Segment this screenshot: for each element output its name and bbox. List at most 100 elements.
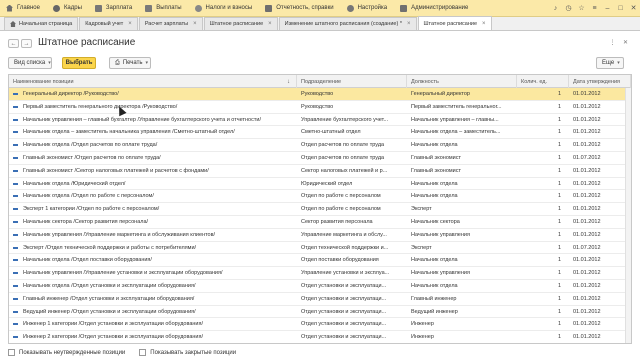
- table-row[interactable]: Главный экономист /Отдел расчетов по опл…: [9, 152, 631, 165]
- table-row[interactable]: Начальник управления /Управление установ…: [9, 267, 631, 280]
- tab-schedule-change[interactable]: Изменение штатного расписания (создание)…: [278, 17, 417, 30]
- table-cell: 1: [517, 216, 569, 228]
- table-row[interactable]: Начальник отдела /Отдел поставки оборудо…: [9, 254, 631, 268]
- view-list-button[interactable]: Вид списка ▾: [8, 57, 52, 69]
- row-marker-icon: [13, 259, 18, 262]
- close-form-icon[interactable]: ✕: [621, 38, 630, 47]
- table-row[interactable]: Начальник отдела /Юридический отдел/Юрид…: [9, 178, 631, 191]
- link-icon[interactable]: ⋮: [608, 38, 617, 47]
- table-row[interactable]: Начальник отдела /Отдел по работе с перс…: [9, 190, 631, 204]
- close-tab-icon[interactable]: ×: [482, 21, 486, 27]
- menu-reports[interactable]: Отчетность, справки: [259, 0, 340, 17]
- table-cell: Главный экономист: [407, 152, 517, 164]
- table-row[interactable]: Начальник отдела /Отдел установки и эксп…: [9, 280, 631, 293]
- bell-icon[interactable]: ♪: [551, 4, 560, 13]
- tab-staff-schedule[interactable]: Штатное расписание ×: [203, 17, 278, 30]
- cell-text: Отдел расчетов по оплате труда: [301, 142, 385, 149]
- menu-settings[interactable]: Настройка: [341, 0, 395, 17]
- table-cell: Начальник отдела /Отдел по работе с перс…: [9, 190, 297, 202]
- show-unapproved-label: Показывать неутвержденные позиции: [19, 349, 126, 356]
- table-row[interactable]: Эксперт 1 категории /Отдел по работе с п…: [9, 203, 631, 216]
- close-tab-icon[interactable]: ×: [128, 21, 132, 27]
- column-units[interactable]: Колич. ед.: [517, 75, 569, 88]
- close-tab-icon[interactable]: ×: [407, 21, 411, 27]
- cell-text: Отдел установки и эксплуатаци...: [301, 308, 387, 315]
- column-approval-date[interactable]: Дата утверждения: [569, 75, 631, 88]
- table-row[interactable]: Начальник управления /Управление маркети…: [9, 229, 631, 242]
- table-row[interactable]: Инженер 2 категории /Отдел установки и э…: [9, 331, 631, 343]
- table-row[interactable]: Генеральный директор /Руководство/Руково…: [9, 88, 631, 101]
- checkbox-box[interactable]: [139, 349, 147, 356]
- table-row[interactable]: Главный экономист /Сектор налоговых плат…: [9, 165, 631, 178]
- column-department[interactable]: Подразделение: [297, 75, 407, 88]
- table-cell: Эксперт 1 категории /Отдел по работе с п…: [9, 203, 297, 215]
- table-row[interactable]: Начальник сектора /Сектор развития персо…: [9, 216, 631, 229]
- menu-payments[interactable]: Выплаты: [139, 0, 188, 17]
- row-marker-icon: [13, 105, 18, 108]
- print-button[interactable]: ⎙ Печать ▾: [109, 57, 151, 69]
- cell-text: Руководство: [301, 103, 334, 110]
- tab-home[interactable]: Начальная страница: [4, 17, 79, 30]
- row-marker-icon: [13, 220, 18, 223]
- back-button[interactable]: ←: [8, 39, 19, 48]
- table-cell: 01.01.2012: [569, 114, 631, 126]
- cell-text: 01.01.2012: [573, 167, 601, 174]
- table-cell: Главный инженер: [407, 293, 517, 305]
- table-row[interactable]: Начальник отдела – заместитель начальник…: [9, 126, 631, 140]
- menu-payments-label: Выплаты: [156, 5, 182, 11]
- table-row[interactable]: Ведущий инженер /Отдел установки и экспл…: [9, 306, 631, 319]
- title-icons: ⋮ ✕: [604, 38, 630, 47]
- tab-staff-schedule-active[interactable]: Штатное расписание ×: [417, 16, 492, 30]
- menu-icon[interactable]: ≡: [590, 4, 599, 13]
- close-tab-icon[interactable]: ×: [193, 21, 197, 27]
- table-row[interactable]: Главный инженер /Отдел установки и экспл…: [9, 293, 631, 306]
- table-cell: Главный экономист: [407, 165, 517, 177]
- minimize-icon[interactable]: –: [603, 4, 612, 13]
- vertical-scrollbar[interactable]: [625, 88, 631, 343]
- select-button[interactable]: Выбрать: [62, 57, 96, 69]
- cell-text: Начальник отдела – заместитель начальник…: [23, 129, 235, 136]
- history-icon[interactable]: ◷: [564, 4, 573, 13]
- tab-payroll[interactable]: Расчет зарплаты ×: [138, 17, 203, 30]
- cell-text: 1: [557, 270, 561, 277]
- row-marker-icon: [13, 144, 18, 147]
- table-cell: 01.01.2012: [569, 190, 631, 202]
- table-cell: Начальник отдела /Юридический отдел/: [9, 178, 297, 190]
- row-marker-icon: [13, 182, 18, 185]
- menu-taxes[interactable]: Налоги и взносы: [189, 0, 260, 17]
- column-label: Должность: [411, 78, 439, 85]
- cell-text: 1: [557, 231, 561, 238]
- cell-text: Управление маркетинга и обслу...: [301, 231, 387, 238]
- table-row[interactable]: Первый заместитель генерального директор…: [9, 101, 631, 114]
- table-row[interactable]: Эксперт /Отдел технической поддержки и р…: [9, 242, 631, 255]
- table-cell: 01.01.2012: [569, 139, 631, 151]
- show-unapproved-checkbox[interactable]: Показывать неутвержденные позиции: [8, 349, 125, 356]
- column-position-name[interactable]: Наименование позиции ↓: [9, 75, 297, 88]
- cell-text: Первый заместитель генерального директор…: [23, 103, 178, 110]
- table-cell: Начальник управления: [407, 267, 517, 279]
- forward-button[interactable]: →: [21, 39, 32, 48]
- table-cell: Начальник сектора /Сектор развития персо…: [9, 216, 297, 228]
- show-closed-checkbox[interactable]: Показывать закрытые позиции: [139, 349, 236, 356]
- checkbox-box[interactable]: [8, 349, 15, 356]
- menu-salary[interactable]: Зарплата: [89, 0, 139, 17]
- more-button[interactable]: Еще ▾: [596, 57, 624, 69]
- cell-text: Генеральный директор: [411, 91, 470, 97]
- tab-hr-accounting[interactable]: Кадровый учет ×: [79, 17, 138, 30]
- close-icon[interactable]: ✕: [629, 4, 638, 13]
- cell-text: Главный экономист /Отдел расчетов по опл…: [23, 154, 161, 161]
- row-marker-icon: [13, 93, 18, 95]
- table-cell: 01.01.2012: [569, 254, 631, 266]
- column-position[interactable]: Должность: [407, 75, 517, 88]
- star-icon[interactable]: ☆: [577, 4, 586, 13]
- cell-text: 1: [557, 321, 561, 328]
- table-row[interactable]: Начальник управления – главный бухгалтер…: [9, 114, 631, 127]
- maximize-icon[interactable]: □: [616, 4, 625, 13]
- chevron-down-icon: ▾: [145, 60, 148, 66]
- menu-main[interactable]: Главное: [0, 0, 47, 17]
- menu-hr[interactable]: Кадры: [47, 0, 89, 17]
- table-row[interactable]: Инженер 1 категории /Отдел установки и э…: [9, 318, 631, 332]
- menu-admin[interactable]: Администрирование: [394, 0, 475, 17]
- table-row[interactable]: Начальник отдела /Отдел расчетов по опла…: [9, 139, 631, 152]
- close-tab-icon[interactable]: ×: [268, 21, 272, 27]
